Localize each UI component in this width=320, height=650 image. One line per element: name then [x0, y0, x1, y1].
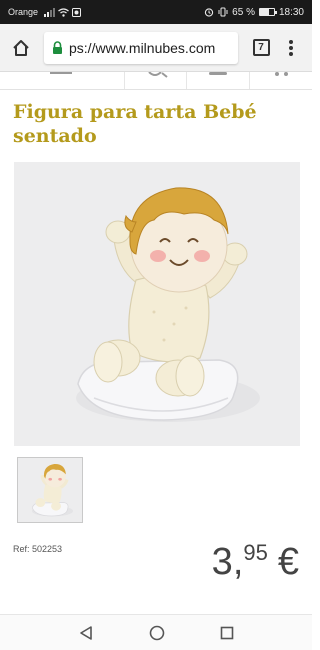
wifi-icon: [58, 7, 69, 17]
cart-icon[interactable]: [272, 72, 292, 78]
browser-toolbar: ps://www.milnubes.com 7: [0, 24, 312, 72]
clock: 18:30: [278, 6, 304, 18]
photo-notification-icon: [72, 7, 82, 17]
product-reference: Ref: 502253: [13, 544, 63, 554]
back-icon[interactable]: [78, 625, 94, 641]
vibrate-icon: [218, 7, 228, 17]
home-button[interactable]: [6, 33, 36, 63]
site-header: [0, 72, 312, 90]
status-bar: Orange 65 % 18:30: [0, 0, 312, 24]
tabs-icon: 7: [252, 39, 270, 56]
price-separator: ,: [232, 541, 244, 583]
product-thumbnail[interactable]: [17, 457, 83, 523]
baby-figure-thumbnail: [31, 464, 74, 517]
status-icons: [44, 7, 82, 17]
product-title: Figura para tarta Bebé sentado: [13, 101, 257, 147]
account-icon[interactable]: [208, 72, 230, 77]
signal-icon: [44, 7, 56, 17]
battery-icon: [258, 8, 277, 16]
menu-hamburger-icon[interactable]: [50, 72, 72, 76]
menu-icon: [289, 39, 293, 56]
tabs-button[interactable]: 7: [246, 33, 276, 63]
alarm-icon: [205, 8, 214, 17]
battery-percent: 65 %: [232, 6, 255, 18]
product-image[interactable]: [14, 162, 300, 446]
price-integer: 3: [211, 541, 233, 583]
lock-icon: [53, 41, 62, 54]
system-navigation-bar: [0, 614, 312, 650]
url-text: ps://www.milnubes.com: [69, 39, 216, 56]
carrier-name: Orange: [8, 7, 39, 17]
recents-icon[interactable]: [220, 626, 234, 640]
address-bar[interactable]: ps://www.milnubes.com: [44, 31, 238, 64]
price-decimals: 95: [243, 540, 268, 565]
product-price: 3 , 95 €: [212, 540, 299, 584]
baby-figure-illustration: [76, 187, 260, 422]
price-currency: €: [277, 541, 299, 583]
status-right: 65 % 18:30: [204, 7, 304, 18]
menu-button[interactable]: [276, 33, 306, 63]
search-icon[interactable]: [147, 72, 169, 78]
home-circle-icon[interactable]: [149, 625, 165, 641]
home-icon: [13, 39, 29, 56]
